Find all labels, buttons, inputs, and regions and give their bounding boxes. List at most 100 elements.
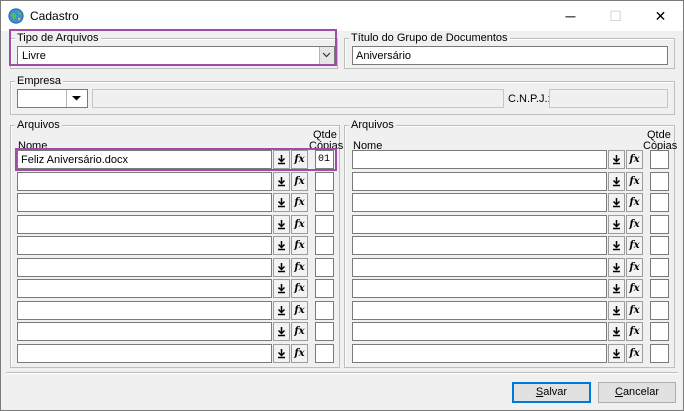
arquivos-right-label: Arquivos — [349, 119, 396, 131]
copies-input[interactable] — [315, 214, 334, 234]
download-button[interactable] — [273, 300, 290, 320]
file-name-input[interactable] — [352, 214, 607, 234]
copies-input[interactable] — [315, 193, 334, 212]
bottom-separator — [6, 372, 678, 374]
function-button[interactable]: fx — [291, 322, 308, 341]
file-name-input[interactable] — [352, 300, 607, 320]
download-button[interactable] — [608, 150, 625, 169]
copies-input[interactable] — [650, 343, 669, 363]
download-icon — [277, 327, 286, 337]
cancelar-button[interactable]: Cancelar — [598, 382, 676, 403]
function-icon: fx — [629, 197, 640, 208]
file-name-input[interactable] — [352, 322, 607, 341]
download-icon — [277, 176, 286, 186]
copies-input[interactable] — [315, 300, 334, 320]
cnpj-label: C.N.P.J.: — [508, 93, 551, 105]
copies-input[interactable] — [650, 236, 669, 255]
file-name-input[interactable] — [17, 279, 272, 298]
arquivos-left-label: Arquivos — [15, 119, 62, 131]
download-button[interactable] — [273, 279, 290, 298]
copies-input[interactable] — [315, 171, 334, 191]
download-button[interactable] — [608, 214, 625, 234]
file-name-input[interactable] — [17, 171, 272, 191]
function-button[interactable]: fx — [626, 257, 643, 277]
file-name-input[interactable] — [352, 257, 607, 277]
copies-input[interactable] — [650, 322, 669, 341]
file-name-input[interactable] — [17, 236, 272, 255]
function-icon: fx — [629, 283, 640, 294]
cancelar-accesskey: C — [614, 386, 623, 398]
download-button[interactable] — [608, 343, 625, 363]
function-button[interactable]: fx — [291, 279, 308, 298]
function-button[interactable]: fx — [291, 257, 308, 277]
download-button[interactable] — [273, 193, 290, 212]
empresa-select[interactable] — [17, 89, 88, 108]
file-name-input[interactable] — [352, 171, 607, 191]
function-icon: fx — [294, 197, 305, 208]
download-button[interactable] — [608, 257, 625, 277]
file-name-input[interactable] — [352, 236, 607, 255]
function-button[interactable]: fx — [626, 193, 643, 212]
globe-icon — [8, 8, 24, 24]
file-name-input[interactable] — [17, 193, 272, 212]
copies-input[interactable] — [650, 257, 669, 277]
copies-input[interactable] — [650, 279, 669, 298]
download-button[interactable] — [273, 257, 290, 277]
function-button[interactable]: fx — [626, 150, 643, 169]
function-button[interactable]: fx — [626, 343, 643, 363]
function-button[interactable]: fx — [291, 300, 308, 320]
copies-input[interactable] — [315, 322, 334, 341]
download-button[interactable] — [273, 214, 290, 234]
download-button[interactable] — [608, 279, 625, 298]
function-button[interactable]: fx — [626, 300, 643, 320]
download-button[interactable] — [273, 343, 290, 363]
copies-input[interactable] — [650, 193, 669, 212]
function-button[interactable]: fx — [291, 343, 308, 363]
copies-input[interactable] — [315, 236, 334, 255]
empresa-dropdown-button[interactable] — [66, 90, 87, 107]
close-button[interactable]: ✕ — [638, 1, 683, 31]
download-button[interactable] — [608, 236, 625, 255]
function-button[interactable]: fx — [626, 214, 643, 234]
download-button[interactable] — [273, 322, 290, 341]
download-icon — [612, 284, 621, 294]
function-icon: fx — [629, 218, 640, 230]
download-button[interactable] — [273, 236, 290, 255]
titulo-grupo-input[interactable]: Aniversário — [352, 46, 668, 65]
file-name-input[interactable] — [17, 322, 272, 341]
copies-input[interactable] — [315, 343, 334, 363]
copies-input[interactable] — [650, 214, 669, 234]
copies-input[interactable] — [315, 257, 334, 277]
copies-input[interactable] — [315, 279, 334, 298]
file-name-input[interactable] — [17, 300, 272, 320]
download-button[interactable] — [608, 322, 625, 341]
function-icon: fx — [629, 326, 640, 337]
copies-input[interactable] — [650, 171, 669, 191]
file-name-input[interactable] — [352, 193, 607, 212]
file-name-input[interactable] — [17, 257, 272, 277]
function-button[interactable]: fx — [291, 236, 308, 255]
function-icon: fx — [629, 175, 640, 187]
copies-input[interactable] — [650, 150, 669, 169]
function-button[interactable]: fx — [626, 236, 643, 255]
download-button[interactable] — [608, 300, 625, 320]
file-name-input[interactable] — [352, 343, 607, 363]
copies-input[interactable] — [650, 300, 669, 320]
file-name-input[interactable] — [352, 150, 607, 169]
file-name-input[interactable] — [352, 279, 607, 298]
function-button[interactable]: fx — [291, 193, 308, 212]
file-name-input[interactable] — [17, 214, 272, 234]
function-button[interactable]: fx — [291, 171, 308, 191]
download-button[interactable] — [273, 171, 290, 191]
file-name-input[interactable] — [17, 343, 272, 363]
function-button[interactable]: fx — [291, 214, 308, 234]
minimize-button[interactable]: ─ — [548, 1, 593, 31]
function-icon: fx — [294, 218, 305, 230]
salvar-button[interactable]: Salvar — [512, 382, 591, 403]
function-button[interactable]: fx — [626, 171, 643, 191]
function-button[interactable]: fx — [626, 279, 643, 298]
function-button[interactable]: fx — [626, 322, 643, 341]
download-button[interactable] — [608, 193, 625, 212]
download-button[interactable] — [608, 171, 625, 191]
download-icon — [612, 155, 621, 165]
